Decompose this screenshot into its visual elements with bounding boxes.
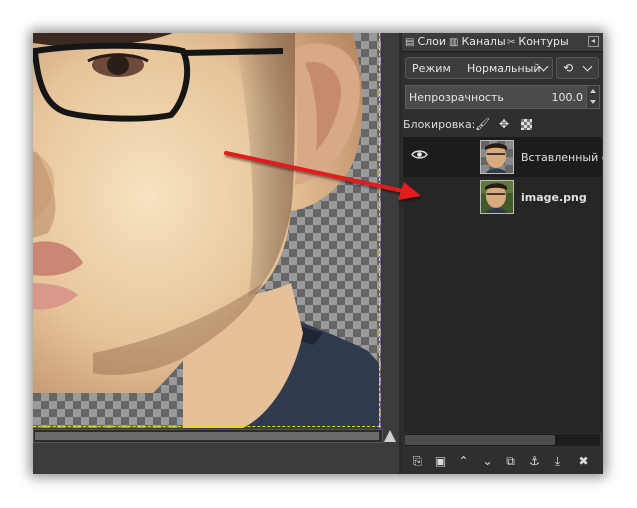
annotation-arrow xyxy=(224,151,421,200)
